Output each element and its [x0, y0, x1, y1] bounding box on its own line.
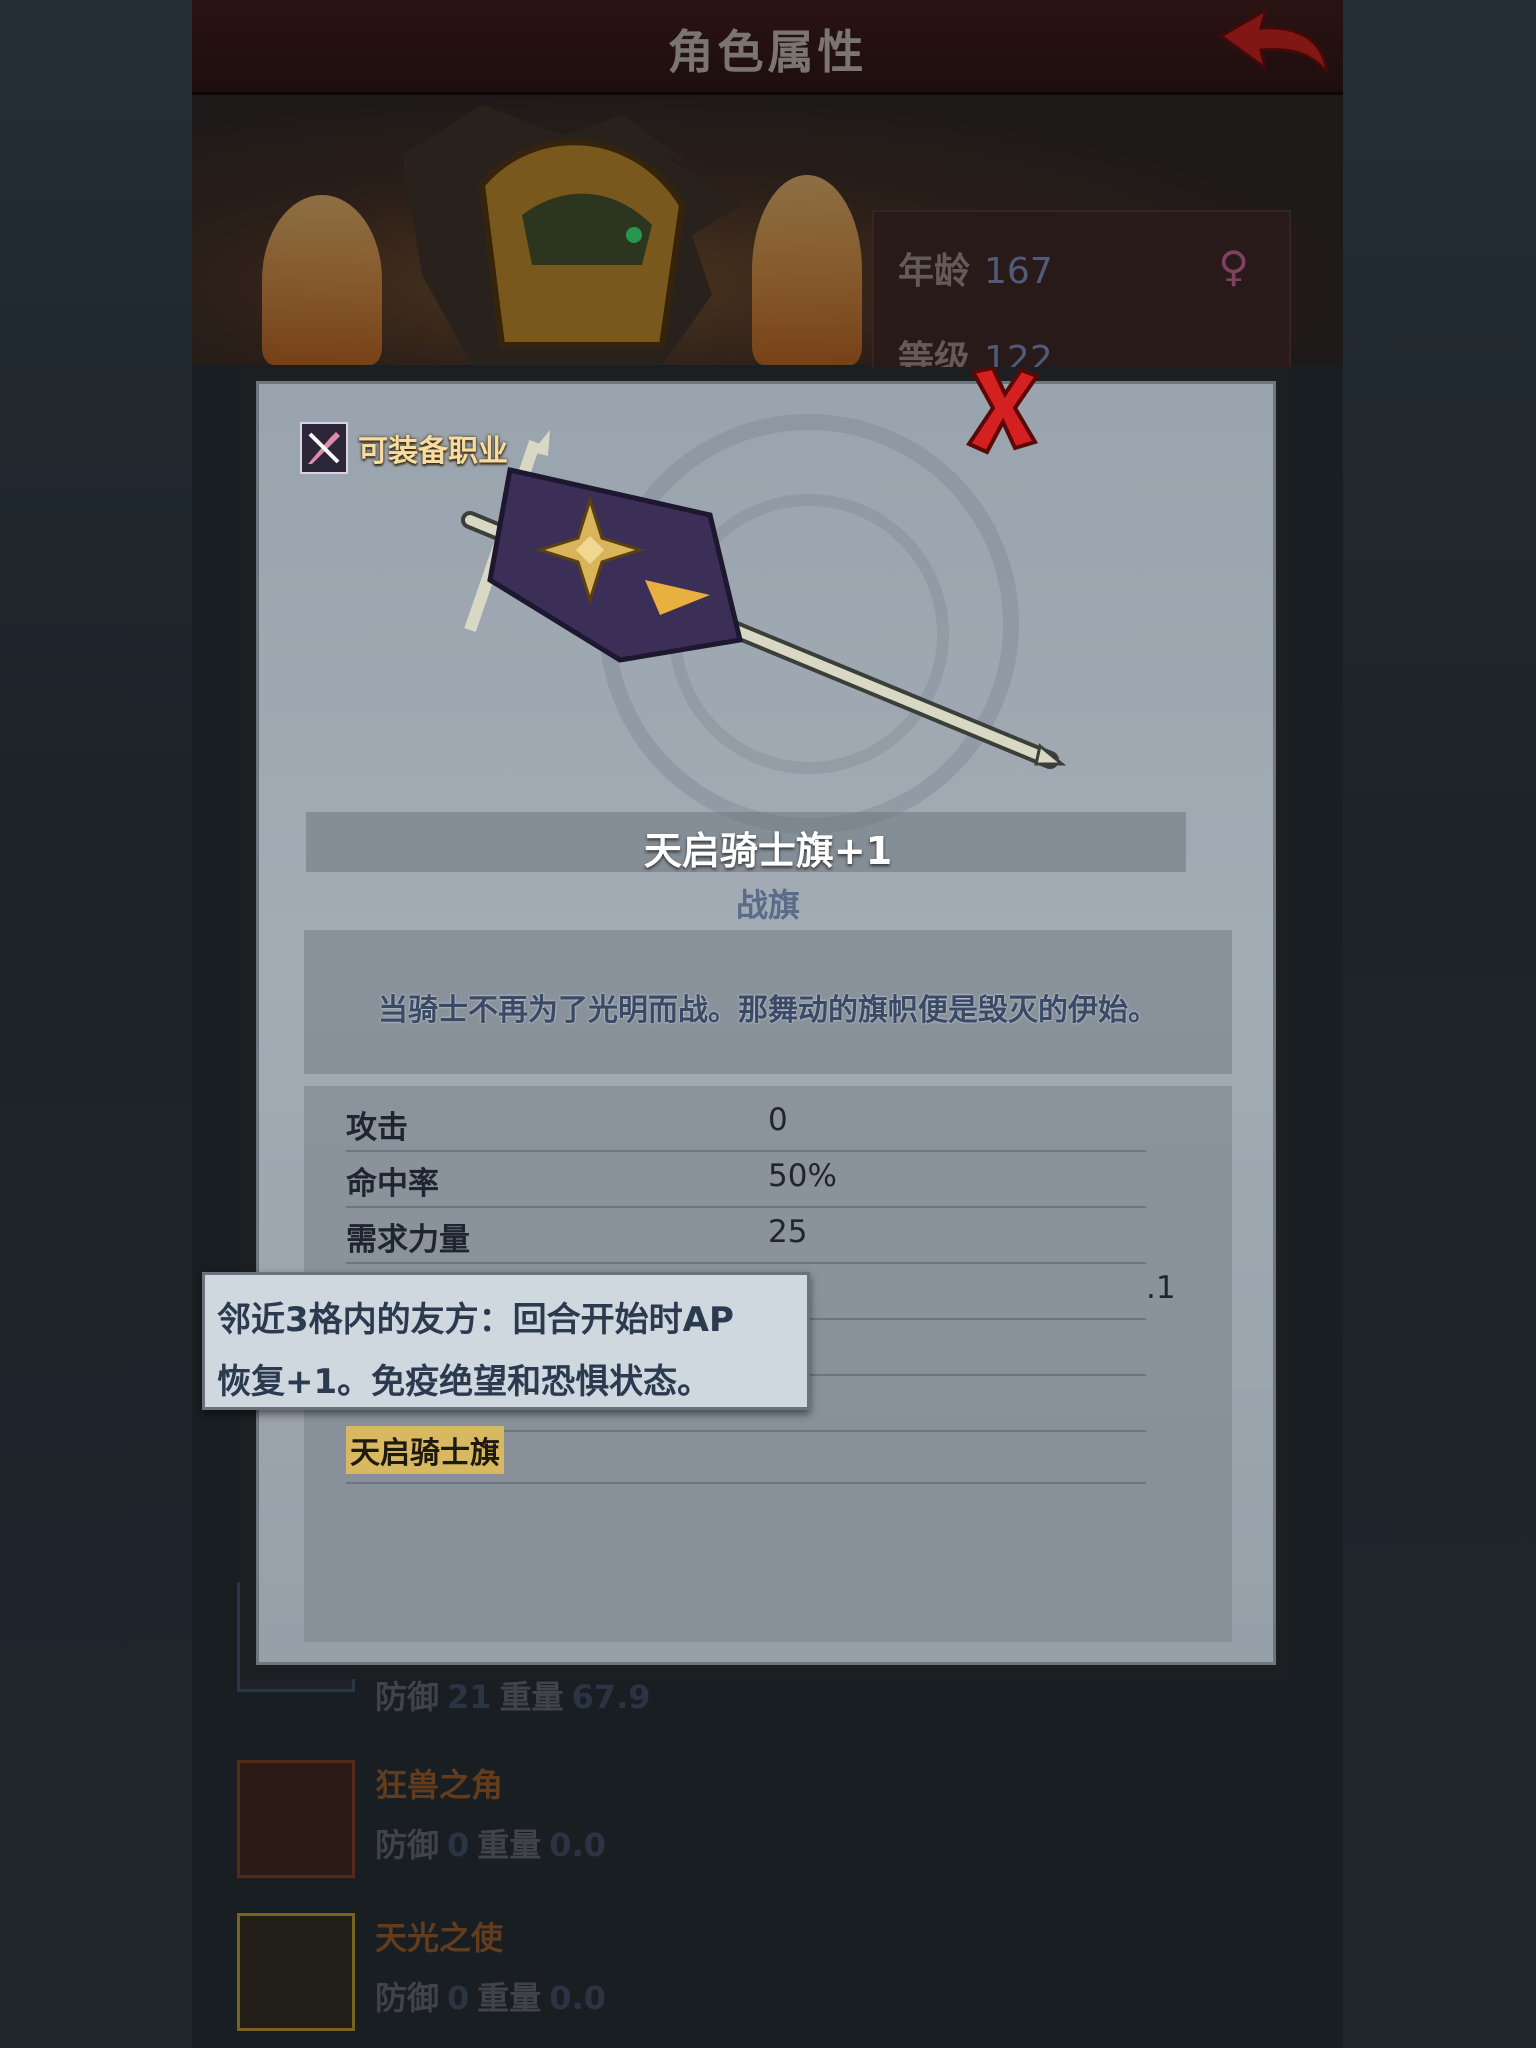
set-name-link[interactable]: 天启骑士旗	[346, 1426, 504, 1474]
tooltip-line: 邻近3格内的友方：回合开始时AP	[217, 1300, 734, 1340]
tooltip-text: 邻近3格内的友方：回合开始时AP 恢复+1。免疫绝望和恐惧状态。	[217, 1289, 807, 1413]
item-title: 天启骑士旗+1	[643, 829, 893, 873]
attribute-value: 25	[768, 1214, 808, 1250]
attribute-row: 需求力量 25	[346, 1206, 1146, 1264]
item-type: 战旗	[735, 886, 800, 924]
attribute-key: 攻击	[346, 1110, 408, 1146]
attribute-row: 命中率 50%	[346, 1150, 1146, 1208]
attribute-value: .1	[1146, 1270, 1176, 1306]
class-swords-icon	[300, 422, 348, 474]
attribute-key: 需求力量	[346, 1222, 470, 1258]
attribute-value: 50%	[768, 1158, 837, 1194]
war-banner-icon	[461, 430, 1067, 769]
attribute-row: 攻击 0	[346, 1094, 1146, 1152]
tooltip-line: 恢复+1。免疫绝望和恐惧状态。	[217, 1362, 712, 1402]
item-description: 当骑士不再为了光明而战。那舞动的旗帜便是毁灭的伊始。	[378, 993, 1158, 1028]
attribute-value: 0	[768, 1102, 788, 1138]
attribute-key: 命中率	[346, 1166, 439, 1202]
set-effect-tooltip: 邻近3格内的友方：回合开始时AP 恢复+1。免疫绝望和恐惧状态。	[202, 1272, 810, 1410]
